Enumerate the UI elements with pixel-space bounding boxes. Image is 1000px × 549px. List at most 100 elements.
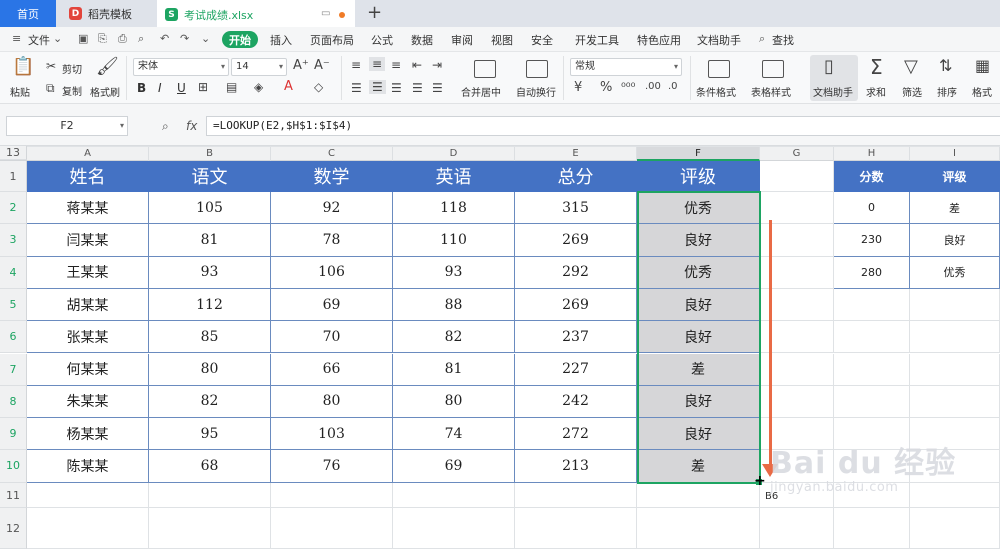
column-header-f[interactable]: F — [637, 146, 760, 161]
tab-home[interactable]: 首页 — [0, 0, 56, 27]
row-header-2[interactable]: 2 — [0, 192, 27, 225]
undo-icon[interactable]: ↶ — [160, 32, 169, 45]
row-header-6[interactable]: 6 — [0, 321, 27, 354]
table-cell[interactable]: 106 — [271, 256, 393, 289]
table-cell[interactable]: 92 — [271, 192, 393, 225]
table-cell[interactable]: 69 — [271, 288, 393, 322]
sort-button[interactable]: 排序 — [937, 84, 957, 99]
merge-center-icon[interactable] — [474, 60, 496, 78]
scissors-icon[interactable]: ✂ — [46, 60, 56, 72]
tab-template[interactable]: D 稻壳模板 — [57, 0, 155, 27]
table-header-cell[interactable]: 评级 — [637, 161, 760, 192]
grid-cell[interactable] — [910, 321, 1000, 354]
grid-cell[interactable] — [149, 482, 271, 508]
menu-formula[interactable]: 公式 — [371, 32, 393, 48]
menu-start[interactable]: 开始 — [222, 31, 258, 48]
table-cell[interactable]: 88 — [393, 288, 515, 322]
table-cell[interactable]: 王某某 — [27, 256, 149, 289]
table-cell[interactable]: 93 — [149, 256, 271, 289]
underline-button[interactable]: U — [177, 81, 186, 95]
lookup-cell[interactable]: 优秀 — [910, 256, 1000, 289]
table-cell[interactable]: 103 — [271, 418, 393, 451]
table-cell[interactable]: 80 — [271, 385, 393, 419]
fill-color-icon[interactable]: ◈ — [254, 81, 263, 93]
grid-cell[interactable] — [271, 146, 393, 147]
table-cell[interactable]: 何某某 — [27, 353, 149, 386]
table-cell[interactable]: 112 — [149, 288, 271, 322]
table-cell[interactable]: 93 — [393, 256, 515, 289]
hamburger-icon[interactable]: ≡ — [12, 32, 21, 45]
table-cell[interactable]: 78 — [271, 224, 393, 257]
menu-doc-assistant[interactable]: 文档助手 — [697, 32, 741, 48]
grade-cell[interactable]: 良好 — [637, 321, 760, 354]
sum-button[interactable]: 求和 — [866, 84, 886, 99]
table-cell[interactable]: 95 — [149, 418, 271, 451]
table-cell[interactable]: 68 — [149, 450, 271, 483]
search-icon[interactable]: ⌕ — [759, 32, 765, 46]
decrease-font-icon[interactable]: A⁻ — [314, 59, 330, 72]
grid-cell[interactable] — [834, 146, 910, 147]
print-icon[interactable]: ⎙ — [118, 32, 127, 46]
new-tab-button[interactable]: + — [367, 2, 382, 23]
sum-icon[interactable]: Σ — [870, 57, 883, 77]
table-cell[interactable]: 105 — [149, 192, 271, 225]
row-header-12[interactable]: 12 — [0, 507, 27, 549]
row-header-4[interactable]: 4 — [0, 256, 27, 289]
conditional-format-icon[interactable] — [708, 60, 730, 78]
table-cell[interactable]: 227 — [515, 353, 637, 386]
grid-cell[interactable] — [515, 482, 637, 508]
table-cell[interactable]: 118 — [393, 192, 515, 225]
align-middle-icon[interactable]: ≡ — [369, 57, 386, 71]
row-header-7[interactable]: 7 — [0, 353, 27, 386]
clear-icon[interactable]: ◇ — [314, 81, 323, 93]
table-cell[interactable]: 胡某某 — [27, 288, 149, 322]
number-format-select[interactable]: 常规 ▾ — [570, 58, 682, 76]
chevron-down-icon[interactable]: ⌄ — [53, 32, 62, 45]
menu-data[interactable]: 数据 — [411, 32, 433, 48]
row-header-9[interactable]: 9 — [0, 418, 27, 451]
table-cell[interactable]: 陈某某 — [27, 450, 149, 483]
table-header-cell[interactable]: 姓名 — [27, 161, 149, 192]
window-icon[interactable]: ▭ — [321, 8, 330, 19]
font-name-select[interactable]: 宋体 ▾ — [133, 58, 229, 76]
grade-cell[interactable]: 良好 — [637, 288, 760, 322]
justify-icon[interactable]: ☰ — [412, 82, 423, 94]
table-cell[interactable]: 70 — [271, 321, 393, 354]
row-header-11[interactable]: 11 — [0, 482, 27, 508]
grid-cell[interactable] — [515, 146, 637, 147]
lookup-cell[interactable]: 差 — [910, 192, 1000, 225]
thousands-icon[interactable]: ⁰⁰⁰ — [621, 81, 635, 93]
formula-input[interactable]: =LOOKUP(E2,$H$1:$I$4) — [206, 116, 1000, 136]
table-cell[interactable]: 82 — [393, 321, 515, 354]
grid-cell[interactable] — [760, 146, 834, 147]
table-style-icon[interactable] — [762, 60, 784, 78]
export-icon[interactable]: ⎘ — [98, 32, 107, 46]
grid-cell[interactable] — [271, 507, 393, 549]
lookup-header-cell[interactable]: 分数 — [834, 161, 910, 192]
table-header-cell[interactable]: 语文 — [149, 161, 271, 192]
table-cell[interactable]: 269 — [515, 224, 637, 257]
grid-cell[interactable] — [27, 482, 149, 508]
table-header-cell[interactable]: 数学 — [271, 161, 393, 192]
grid-cell[interactable] — [393, 482, 515, 508]
filter-button[interactable]: 筛选 — [902, 84, 922, 99]
table-style-button[interactable]: 表格样式 — [751, 84, 791, 99]
row-header-3[interactable]: 3 — [0, 224, 27, 257]
table-cell[interactable]: 110 — [393, 224, 515, 257]
grid-cell[interactable] — [760, 161, 834, 192]
column-header-i[interactable]: I — [910, 146, 1000, 161]
grade-cell[interactable]: 差 — [637, 353, 760, 386]
grid-cell[interactable] — [910, 353, 1000, 386]
grid-cell[interactable] — [149, 146, 271, 147]
merge-center-button[interactable]: 合并居中 — [461, 84, 501, 99]
table-cell[interactable]: 85 — [149, 321, 271, 354]
row-header-8[interactable]: 8 — [0, 385, 27, 419]
cell-style-icon[interactable]: ▤ — [226, 81, 237, 93]
font-size-select[interactable]: 14 ▾ — [231, 58, 287, 76]
align-bottom-icon[interactable]: ≡ — [391, 59, 401, 71]
column-header-h[interactable]: H — [834, 146, 910, 161]
table-cell[interactable]: 213 — [515, 450, 637, 483]
table-cell[interactable]: 272 — [515, 418, 637, 451]
conditional-format-button[interactable]: 条件格式 — [696, 84, 736, 99]
lookup-header-cell[interactable]: 评级 — [910, 161, 1000, 192]
